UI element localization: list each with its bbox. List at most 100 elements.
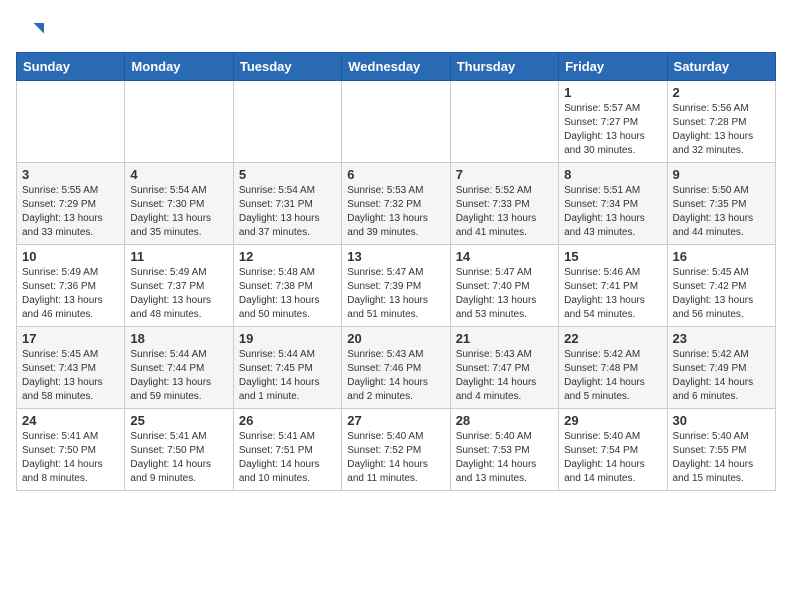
day-number: 6 [347, 167, 444, 182]
day-number: 2 [673, 85, 770, 100]
calendar-week-5: 24 Sunrise: 5:41 AM Sunset: 7:50 PM Dayli… [17, 409, 776, 491]
calendar-cell: 8 Sunrise: 5:51 AM Sunset: 7:34 PM Daylig… [559, 163, 667, 245]
day-info: Sunrise: 5:55 AM Sunset: 7:29 PM Dayligh… [22, 184, 119, 240]
day-info: Sunrise: 5:40 AM Sunset: 7:54 PM Dayligh… [564, 430, 661, 486]
day-number: 9 [673, 167, 770, 182]
calendar-cell: 16 Sunrise: 5:45 AM Sunset: 7:42 PM Dayli… [667, 245, 775, 327]
day-number: 15 [564, 249, 661, 264]
day-number: 25 [130, 413, 227, 428]
day-number: 13 [347, 249, 444, 264]
calendar-cell [125, 81, 233, 163]
calendar-cell: 19 Sunrise: 5:44 AM Sunset: 7:45 PM Dayli… [233, 327, 341, 409]
day-info: Sunrise: 5:50 AM Sunset: 7:35 PM Dayligh… [673, 184, 770, 240]
weekday-header-tuesday: Tuesday [233, 53, 341, 81]
day-number: 4 [130, 167, 227, 182]
calendar-cell: 26 Sunrise: 5:41 AM Sunset: 7:51 PM Dayli… [233, 409, 341, 491]
weekday-header-sunday: Sunday [17, 53, 125, 81]
weekday-header-thursday: Thursday [450, 53, 558, 81]
calendar-cell: 27 Sunrise: 5:40 AM Sunset: 7:52 PM Dayli… [342, 409, 450, 491]
day-number: 18 [130, 331, 227, 346]
day-info: Sunrise: 5:56 AM Sunset: 7:28 PM Dayligh… [673, 102, 770, 158]
day-info: Sunrise: 5:42 AM Sunset: 7:49 PM Dayligh… [673, 348, 770, 404]
calendar-cell: 12 Sunrise: 5:48 AM Sunset: 7:38 PM Dayli… [233, 245, 341, 327]
day-number: 30 [673, 413, 770, 428]
day-number: 8 [564, 167, 661, 182]
calendar-week-3: 10 Sunrise: 5:49 AM Sunset: 7:36 PM Dayli… [17, 245, 776, 327]
day-info: Sunrise: 5:46 AM Sunset: 7:41 PM Dayligh… [564, 266, 661, 322]
logo-icon [16, 16, 44, 44]
day-number: 3 [22, 167, 119, 182]
day-number: 21 [456, 331, 553, 346]
calendar-cell: 14 Sunrise: 5:47 AM Sunset: 7:40 PM Dayli… [450, 245, 558, 327]
calendar-cell: 22 Sunrise: 5:42 AM Sunset: 7:48 PM Dayli… [559, 327, 667, 409]
day-number: 11 [130, 249, 227, 264]
day-number: 12 [239, 249, 336, 264]
day-number: 16 [673, 249, 770, 264]
day-info: Sunrise: 5:49 AM Sunset: 7:37 PM Dayligh… [130, 266, 227, 322]
day-number: 17 [22, 331, 119, 346]
calendar-cell [17, 81, 125, 163]
calendar-cell: 9 Sunrise: 5:50 AM Sunset: 7:35 PM Daylig… [667, 163, 775, 245]
day-info: Sunrise: 5:48 AM Sunset: 7:38 PM Dayligh… [239, 266, 336, 322]
calendar-week-1: 1 Sunrise: 5:57 AM Sunset: 7:27 PM Daylig… [17, 81, 776, 163]
day-number: 29 [564, 413, 661, 428]
calendar: SundayMondayTuesdayWednesdayThursdayFrid… [16, 52, 776, 491]
day-info: Sunrise: 5:47 AM Sunset: 7:40 PM Dayligh… [456, 266, 553, 322]
day-info: Sunrise: 5:51 AM Sunset: 7:34 PM Dayligh… [564, 184, 661, 240]
calendar-cell: 17 Sunrise: 5:45 AM Sunset: 7:43 PM Dayli… [17, 327, 125, 409]
weekday-header-wednesday: Wednesday [342, 53, 450, 81]
calendar-week-2: 3 Sunrise: 5:55 AM Sunset: 7:29 PM Daylig… [17, 163, 776, 245]
calendar-cell: 10 Sunrise: 5:49 AM Sunset: 7:36 PM Dayli… [17, 245, 125, 327]
day-number: 26 [239, 413, 336, 428]
day-info: Sunrise: 5:43 AM Sunset: 7:47 PM Dayligh… [456, 348, 553, 404]
day-info: Sunrise: 5:49 AM Sunset: 7:36 PM Dayligh… [22, 266, 119, 322]
calendar-cell: 29 Sunrise: 5:40 AM Sunset: 7:54 PM Dayli… [559, 409, 667, 491]
day-number: 27 [347, 413, 444, 428]
calendar-cell: 20 Sunrise: 5:43 AM Sunset: 7:46 PM Dayli… [342, 327, 450, 409]
day-number: 5 [239, 167, 336, 182]
day-number: 19 [239, 331, 336, 346]
weekday-header-saturday: Saturday [667, 53, 775, 81]
calendar-cell: 4Sunrise: 5:54 AM Sunset: 7:30 PM Daylig… [125, 163, 233, 245]
day-info: Sunrise: 5:41 AM Sunset: 7:51 PM Dayligh… [239, 430, 336, 486]
calendar-week-4: 17 Sunrise: 5:45 AM Sunset: 7:43 PM Dayli… [17, 327, 776, 409]
calendar-cell [450, 81, 558, 163]
day-info: Sunrise: 5:40 AM Sunset: 7:52 PM Dayligh… [347, 430, 444, 486]
calendar-cell: 11 Sunrise: 5:49 AM Sunset: 7:37 PM Dayli… [125, 245, 233, 327]
day-number: 28 [456, 413, 553, 428]
calendar-cell: 15 Sunrise: 5:46 AM Sunset: 7:41 PM Dayli… [559, 245, 667, 327]
day-info: Sunrise: 5:47 AM Sunset: 7:39 PM Dayligh… [347, 266, 444, 322]
calendar-cell [233, 81, 341, 163]
day-info: Sunrise: 5:53 AM Sunset: 7:32 PM Dayligh… [347, 184, 444, 240]
day-info: Sunrise: 5:45 AM Sunset: 7:43 PM Dayligh… [22, 348, 119, 404]
day-info: Sunrise: 5:52 AM Sunset: 7:33 PM Dayligh… [456, 184, 553, 240]
day-info: Sunrise: 5:40 AM Sunset: 7:55 PM Dayligh… [673, 430, 770, 486]
day-number: 22 [564, 331, 661, 346]
calendar-cell: 18 Sunrise: 5:44 AM Sunset: 7:44 PM Dayli… [125, 327, 233, 409]
day-info: Sunrise: 5:43 AM Sunset: 7:46 PM Dayligh… [347, 348, 444, 404]
weekday-header-row: SundayMondayTuesdayWednesdayThursdayFrid… [17, 53, 776, 81]
calendar-cell: 7 Sunrise: 5:52 AM Sunset: 7:33 PM Daylig… [450, 163, 558, 245]
day-number: 7 [456, 167, 553, 182]
calendar-cell: 13 Sunrise: 5:47 AM Sunset: 7:39 PM Dayli… [342, 245, 450, 327]
logo [16, 16, 48, 44]
day-number: 24 [22, 413, 119, 428]
calendar-cell: 6 Sunrise: 5:53 AM Sunset: 7:32 PM Daylig… [342, 163, 450, 245]
day-info: Sunrise: 5:44 AM Sunset: 7:45 PM Dayligh… [239, 348, 336, 404]
day-info: Sunrise: 5:45 AM Sunset: 7:42 PM Dayligh… [673, 266, 770, 322]
day-info: Sunrise: 5:40 AM Sunset: 7:53 PM Dayligh… [456, 430, 553, 486]
day-number: 23 [673, 331, 770, 346]
day-number: 20 [347, 331, 444, 346]
day-info: Sunrise: 5:57 AM Sunset: 7:27 PM Dayligh… [564, 102, 661, 158]
day-number: 14 [456, 249, 553, 264]
calendar-cell: 3 Sunrise: 5:55 AM Sunset: 7:29 PM Daylig… [17, 163, 125, 245]
day-info: Sunrise: 5:41 AM Sunset: 7:50 PM Dayligh… [130, 430, 227, 486]
page-header [16, 16, 776, 44]
day-info: Sunrise: 5:44 AM Sunset: 7:44 PM Dayligh… [130, 348, 227, 404]
day-number: 10 [22, 249, 119, 264]
calendar-cell: 21 Sunrise: 5:43 AM Sunset: 7:47 PM Dayli… [450, 327, 558, 409]
day-number: 1 [564, 85, 661, 100]
weekday-header-friday: Friday [559, 53, 667, 81]
day-info: Sunrise: 5:54 AM Sunset: 7:31 PM Dayligh… [239, 184, 336, 240]
day-info: Sunrise: 5:42 AM Sunset: 7:48 PM Dayligh… [564, 348, 661, 404]
